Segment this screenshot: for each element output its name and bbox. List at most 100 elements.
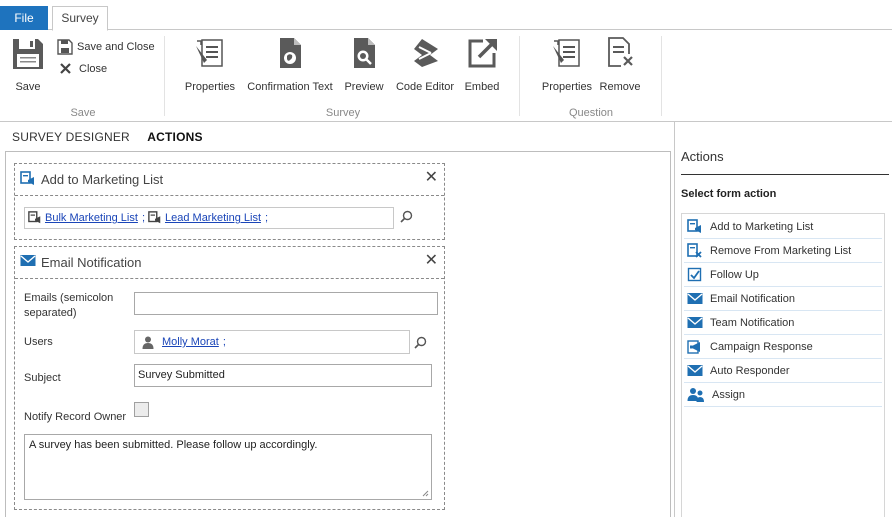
question-properties-button[interactable]: Properties: [540, 36, 594, 93]
megaphone-icon: [687, 340, 700, 354]
lookup-separator: ;: [141, 212, 145, 224]
panel-title: Add to Marketing List: [41, 172, 164, 187]
panel-title: Email Notification: [41, 255, 142, 270]
resize-grip-icon[interactable]: [422, 490, 429, 497]
message-text: A survey has been submitted. Please foll…: [29, 439, 318, 451]
emails-input[interactable]: [134, 292, 438, 315]
survey-properties-button[interactable]: Properties: [183, 36, 237, 93]
document-remove-icon: [608, 37, 635, 68]
action-item-assign[interactable]: Assign: [684, 384, 882, 407]
panel-header: Email Notification ✕: [15, 247, 444, 279]
email-notification-action-panel: Email Notification ✕ Emails (semicolon s…: [14, 246, 445, 510]
preview-button[interactable]: Preview: [343, 36, 385, 93]
lookup-link-lead[interactable]: Lead Marketing List: [165, 212, 261, 224]
close-label: Close: [79, 62, 108, 75]
lookup-separator: ;: [222, 336, 226, 348]
user-link[interactable]: Molly Morat: [162, 336, 219, 348]
remove-list-icon: [687, 243, 702, 258]
users-label: Users: [24, 336, 53, 348]
envelope-icon: [20, 255, 36, 266]
embed-label: Embed: [464, 81, 500, 93]
survey-properties-label: Properties: [184, 81, 236, 93]
sidebar-divider: [681, 174, 889, 175]
action-item-label: Campaign Response: [710, 341, 813, 353]
preview-label: Preview: [344, 81, 384, 93]
action-item-label: Team Notification: [710, 317, 795, 329]
remove-question-button[interactable]: Remove: [599, 36, 641, 93]
tab-survey-designer[interactable]: SURVEY DESIGNER: [12, 130, 130, 144]
group-separator: [519, 36, 520, 116]
action-item-remove-from-marketing-list[interactable]: Remove From Marketing List: [684, 240, 882, 263]
envelope-icon: [687, 317, 703, 328]
actions-sidebar: Actions Select form action Add to Market…: [674, 122, 892, 517]
panel-header: Add to Marketing List ✕: [15, 164, 444, 196]
marketing-list-icon: [148, 211, 161, 224]
action-item-team-notification[interactable]: Team Notification: [684, 312, 882, 335]
confirmation-text-label: Confirmation Text: [247, 81, 333, 93]
designer-tab-bar: SURVEY DESIGNER ACTIONS: [12, 130, 217, 144]
action-item-label: Auto Responder: [710, 365, 790, 377]
notify-owner-checkbox[interactable]: [134, 402, 149, 417]
save-label: Save: [15, 81, 41, 93]
checkbox-check-icon: [687, 267, 702, 282]
sidebar-subtitle: Select form action: [681, 188, 777, 200]
close-icon[interactable]: ✕: [425, 253, 438, 269]
subject-input[interactable]: Survey Submitted: [134, 364, 432, 387]
envelope-icon: [687, 365, 703, 376]
tab-actions[interactable]: ACTIONS: [147, 130, 202, 144]
save-and-close-button[interactable]: Save and Close: [57, 39, 155, 55]
envelope-icon: [687, 293, 703, 304]
user-icon: [142, 336, 154, 349]
action-item-follow-up[interactable]: Follow Up: [684, 264, 882, 287]
emails-label: Emails (semicolon separated): [24, 292, 114, 319]
question-properties-label: Properties: [541, 81, 593, 93]
search-icon[interactable]: [400, 210, 413, 223]
document-globe-icon: [280, 38, 301, 68]
document-magnifier-icon: [354, 38, 375, 68]
group-separator: [661, 36, 662, 116]
sidebar-title: Actions: [681, 149, 724, 164]
remove-label: Remove: [599, 81, 641, 93]
action-item-label: Email Notification: [710, 293, 795, 305]
action-item-campaign-response[interactable]: Campaign Response: [684, 336, 882, 359]
action-item-label: Remove From Marketing List: [710, 245, 852, 257]
close-icon[interactable]: ✕: [425, 170, 438, 186]
floppy-disk-icon: [13, 39, 43, 69]
marketing-list-icon: [687, 219, 701, 233]
close-x-icon: [60, 63, 71, 74]
users-lookup[interactable]: Molly Morat ;: [134, 330, 410, 354]
users-icon: [687, 388, 704, 402]
action-item-add-to-marketing-list[interactable]: Add to Marketing List: [684, 216, 882, 239]
group-label-survey: Survey: [325, 107, 361, 119]
code-editor-button[interactable]: Code Editor: [394, 36, 456, 93]
save-and-close-label: Save and Close: [77, 41, 155, 53]
tab-file[interactable]: File: [0, 6, 48, 30]
embed-button[interactable]: Embed: [463, 36, 501, 93]
ribbon-tab-bar: File Survey: [0, 0, 892, 31]
group-separator: [164, 36, 165, 116]
action-item-email-notification[interactable]: Email Notification: [684, 288, 882, 311]
confirmation-text-button[interactable]: Confirmation Text: [244, 36, 336, 93]
marketing-list-lookup[interactable]: Bulk Marketing List ; Lead Marketing Lis…: [24, 207, 394, 229]
properties-icon: [553, 39, 580, 67]
form-action-list: Add to Marketing List Remove From Market…: [681, 213, 885, 517]
save-close-icon: [57, 39, 73, 55]
lookup-link-bulk[interactable]: Bulk Marketing List: [45, 212, 138, 224]
action-item-auto-responder[interactable]: Auto Responder: [684, 360, 882, 383]
save-button[interactable]: Save: [10, 37, 46, 93]
message-textarea[interactable]: A survey has been submitted. Please foll…: [24, 434, 432, 500]
lookup-separator: ;: [265, 212, 269, 224]
marketing-list-action-panel: Add to Marketing List ✕ Bulk Marketing L…: [14, 163, 445, 240]
close-button[interactable]: Close: [59, 62, 107, 75]
notify-owner-label: Notify Record Owner: [24, 411, 127, 423]
action-item-label: Assign: [712, 389, 746, 401]
search-icon[interactable]: [414, 336, 427, 349]
action-item-label: Add to Marketing List: [710, 221, 814, 233]
group-label-save: Save: [70, 107, 96, 119]
action-item-label: Follow Up: [710, 269, 759, 281]
marketing-list-icon: [20, 171, 34, 185]
tab-survey[interactable]: Survey: [52, 6, 108, 31]
code-editor-label: Code Editor: [395, 81, 455, 93]
ribbon: Save Save and Close Close Save Propertie…: [0, 31, 892, 122]
subject-label: Subject: [24, 372, 61, 384]
